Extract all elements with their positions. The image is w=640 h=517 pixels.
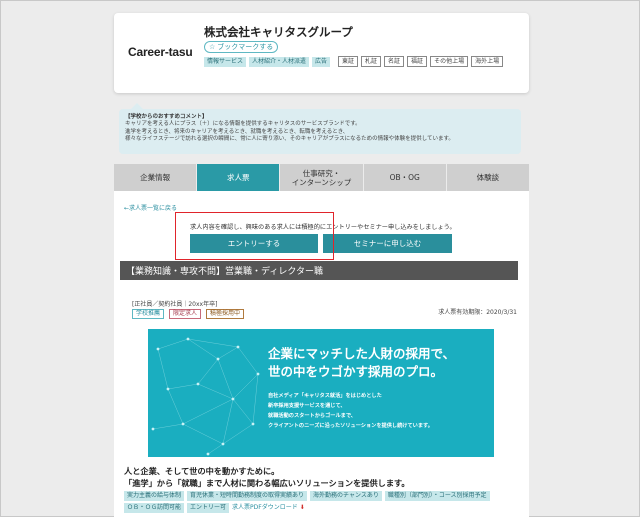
badge-limited: 限定求人 <box>169 309 202 319</box>
recommend-line: キャリアを考える人にプラス（＋）になる情報を提供するキャリタスのサービスブランド… <box>125 121 361 127</box>
feature-tags: 実力主義の給与体制 育児休業・短時間勤務制度の取得実績あり 海外勤務のチャンスあ… <box>124 491 524 513</box>
bookmark-label: ブックマークする <box>217 43 274 51</box>
recommend-title: 【学校からのおすすめコメント】 <box>125 114 208 120</box>
banner-body-line: 就職活動のスタートからゴールまで、 <box>268 413 356 419</box>
bookmark-button[interactable]: ☆ ブックマークする <box>204 41 279 53</box>
listing-deadline: 求人票有効期限：2020/3/31 <box>438 309 517 316</box>
feature-tag: 実力主義の給与体制 <box>124 491 185 501</box>
company-name: 株式会社キャリタスグループ <box>204 25 353 39</box>
page-frame: Career-tasu 株式会社キャリタスグループ ☆ ブックマークする 情報サ… <box>0 0 640 517</box>
catchphrase-line: 人と企業、そして世の中を動かすために。 <box>124 466 280 476</box>
job-title-bar: 【業務知識・専攻不問】営業職・ディレクター職 <box>120 261 518 280</box>
listing-tag: 海外上場 <box>471 56 504 67</box>
company-logo: Career-tasu <box>128 45 193 59</box>
banner-headline-line: 企業にマッチした人財の採用で、 <box>268 346 456 361</box>
company-header-card: Career-tasu 株式会社キャリタスグループ ☆ ブックマークする 情報サ… <box>114 13 529 93</box>
industry-tag: 人材紹介・人材派遣 <box>249 57 310 67</box>
company-tabs: 企業情報 求人票 仕事研究・ インターンシップ OB・OG 体験談 <box>114 164 530 191</box>
job-badges: 学校推薦 限定求人 積極採用中 <box>132 309 245 319</box>
pdf-icon: ⬇ <box>299 504 305 511</box>
employment-type: [正社員／契約社員｜20xx年卒] <box>132 301 218 308</box>
job-catchphrase: 人と企業、そして世の中を動かすために。 「進学」から「就職」まで人材に関わる幅広… <box>124 465 410 489</box>
recruit-banner-image: 企業にマッチした人財の採用で、 世の中をウゴかす採用のプロ。 自社メディア「キャ… <box>148 329 494 457</box>
feature-tag: 育児休業・短時間勤務制度の取得実績あり <box>187 491 308 501</box>
feature-tag: ＯＢ・ＯＧ訪問可能 <box>124 503 185 513</box>
tab-company-info[interactable]: 企業情報 <box>114 164 197 191</box>
industry-tag: 広告 <box>312 57 331 67</box>
industry-tag: 情報サービス <box>204 57 247 67</box>
industry-tags: 情報サービス 人材紹介・人材派遣 広告 <box>204 57 331 67</box>
banner-body-line: 自社メディア「キャリタス就活」をはじめとした <box>268 393 382 399</box>
feature-tag: 職種別（部門別）・コース別採用予定 <box>384 491 490 501</box>
back-to-list-link[interactable]: ←求人票一覧に戻る <box>124 203 177 212</box>
pdf-download-label: 求人票PDFダウンロード <box>232 504 298 511</box>
job-title: 【業務知識・専攻不問】営業職・ディレクター職 <box>126 267 324 277</box>
banner-body-line: 新卒採用支援サービスを通じて、 <box>268 403 346 409</box>
highlight-box <box>175 212 334 260</box>
feature-tag: エントリー可 <box>187 503 230 513</box>
badge-school-recommend: 学校推薦 <box>132 309 165 319</box>
listing-tag: 札証 <box>361 56 382 67</box>
seminar-apply-button[interactable]: セミナーに申し込む <box>323 234 452 253</box>
listing-tag: 東証 <box>338 56 359 67</box>
recommend-line: 進学を考えるとき、将来のキャリアを考えるとき、就職を考えるとき、転職を考えるとき… <box>125 128 349 135</box>
star-icon: ☆ <box>209 43 216 51</box>
badge-active-hiring: 積極採用中 <box>206 309 245 319</box>
catchphrase-line: 「進学」から「就職」まで人材に関わる幅広いソリューションを提供します。 <box>124 478 410 488</box>
tab-job-research-internship[interactable]: 仕事研究・ インターンシップ <box>280 164 363 191</box>
job-listing-panel: ←求人票一覧に戻る 求人内容を確認し、興味のある求人には積極的にエントリーやセミ… <box>114 191 529 517</box>
recommend-line: 様々なライフステージで訪れる選択の瞬間に、常に人に寄り添い、そのキャリアがプラス… <box>125 136 454 142</box>
tab-ob-og[interactable]: OB・OG <box>363 164 446 191</box>
banner-body: 自社メディア「キャリタス就活」をはじめとした 新卒採用支援サービスを通じて、 就… <box>268 391 433 431</box>
banner-body-line: クライアントのニーズに沿ったソリューションを提供し続けています。 <box>268 423 433 429</box>
school-recommend-comment: 【学校からのおすすめコメント】 キャリアを考える人にプラス（＋）になる情報を提供… <box>119 103 521 154</box>
listing-tag: その他上場 <box>430 56 469 67</box>
banner-headline-line: 世の中をウゴかす採用のプロ。 <box>268 364 444 379</box>
banner-headline: 企業にマッチした人財の採用で、 世の中をウゴかす採用のプロ。 <box>268 345 455 381</box>
pdf-download-link[interactable]: 求人票PDFダウンロード ⬇ <box>232 503 305 513</box>
tab-experience[interactable]: 体験談 <box>446 164 530 191</box>
listing-tags: 東証 札証 名証 福証 その他上場 海外上場 <box>338 56 504 67</box>
listing-tag: 名証 <box>384 56 405 67</box>
feature-tag: 海外勤務のチャンスあり <box>310 491 382 501</box>
listing-tag: 福証 <box>407 56 428 67</box>
tab-job-listing[interactable]: 求人票 <box>197 164 280 191</box>
